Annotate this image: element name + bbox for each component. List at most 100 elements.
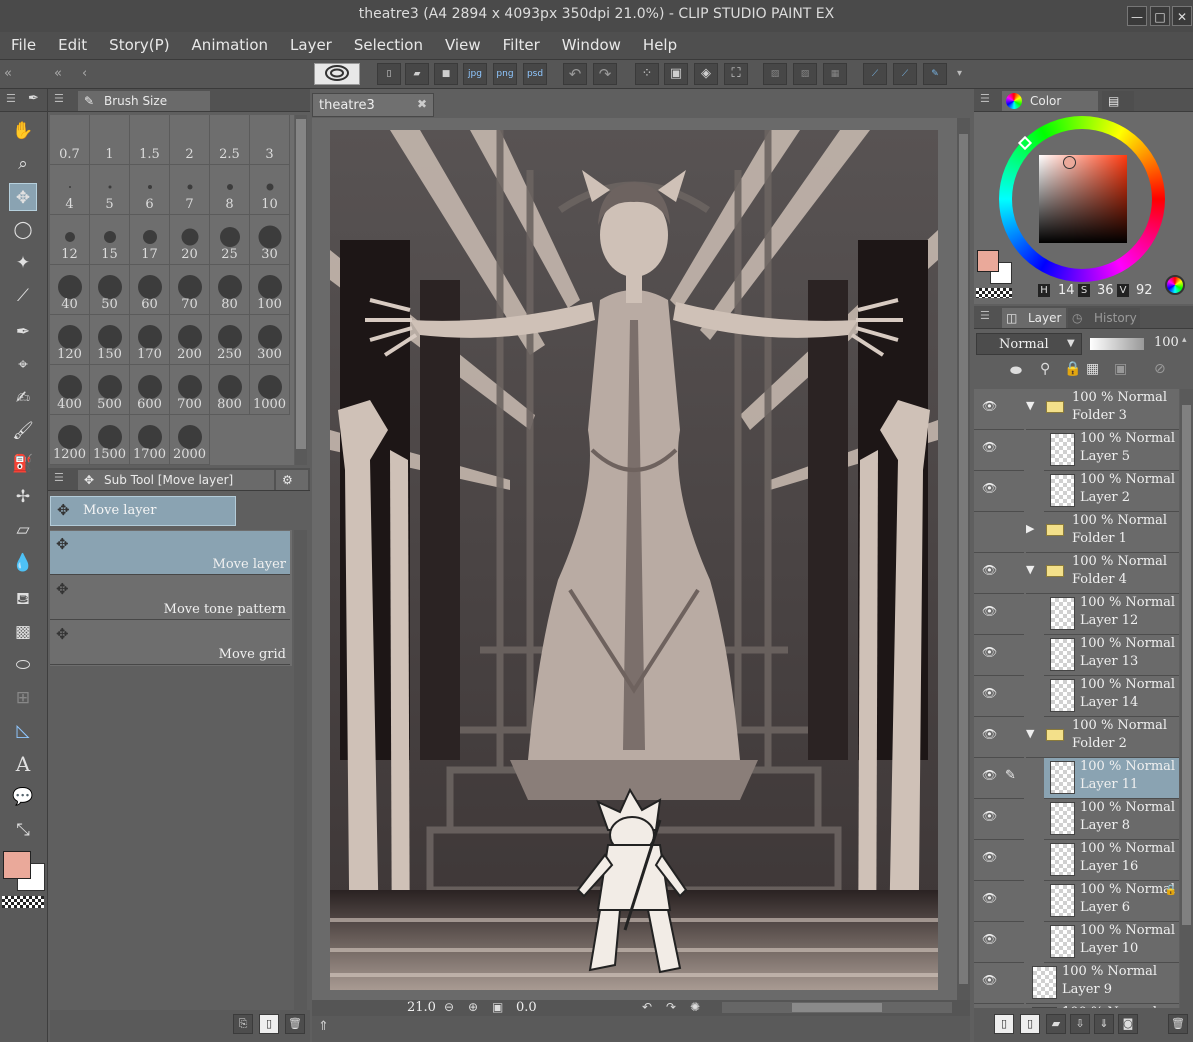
brush-size-cell[interactable]: 2000 — [170, 415, 210, 465]
close-button[interactable]: ✕ — [1172, 6, 1192, 26]
lasso-tool-icon[interactable]: ◯ — [9, 216, 37, 244]
zoom-readout[interactable]: 21.0 — [407, 1000, 436, 1015]
menu-filter[interactable]: Filter — [492, 32, 551, 59]
vertical-scroll-thumb[interactable] — [959, 134, 968, 984]
horizontal-scroll-thumb[interactable] — [792, 1003, 882, 1012]
rotation-readout[interactable]: 0.0 — [516, 1000, 537, 1015]
rotate-right-icon[interactable]: ↷ — [666, 1000, 676, 1014]
brush-size-cell[interactable]: 12 — [50, 215, 90, 265]
main-color-swatch[interactable] — [3, 851, 31, 879]
folder-collapsed-icon[interactable]: ▶ — [1026, 522, 1034, 535]
stabilization-icon[interactable]: ⟋ — [863, 63, 887, 85]
brush-size-scrollbar[interactable] — [295, 115, 307, 465]
brush-size-cell[interactable]: 150 — [90, 315, 130, 365]
tool-property-tab[interactable]: ⚙ — [276, 470, 308, 490]
eye-icon[interactable]: 👁 — [982, 727, 997, 741]
balloon-tool-icon[interactable]: 💬 — [9, 783, 37, 811]
layer-row[interactable]: 100 % Normal Layer 13 — [1044, 635, 1179, 676]
canvas-vertical-scrollbar[interactable] — [957, 118, 970, 1000]
brush-size-cell[interactable]: 600 — [130, 365, 170, 415]
panel-menu-icon[interactable]: ☰ — [54, 471, 64, 484]
ruler-snap-icon[interactable]: ▨ — [763, 63, 787, 85]
brush-size-cell[interactable]: 1 — [90, 115, 130, 165]
brush-size-cell[interactable]: 1200 — [50, 415, 90, 465]
color-picker-handle[interactable] — [1063, 156, 1076, 169]
brush-size-scroll-thumb[interactable] — [296, 119, 306, 449]
merge-down-icon[interactable]: ⇓ — [1094, 1014, 1114, 1034]
menu-file[interactable]: File — [0, 32, 47, 59]
canvas-area[interactable] — [312, 118, 957, 1000]
mask-icon[interactable]: ⊘ — [1154, 361, 1166, 377]
brush-size-cell[interactable]: 17 — [130, 215, 170, 265]
artwork-canvas[interactable] — [330, 130, 938, 990]
layer-folder-row[interactable]: ▶ 100 % Normal Folder 1 — [1026, 512, 1179, 553]
brush-size-cell[interactable]: 1700 — [130, 415, 170, 465]
pressure-icon[interactable]: ⟋ — [893, 63, 917, 85]
magic-wand-tool-icon[interactable]: ✦ — [9, 249, 37, 277]
panel-menu-icon[interactable]: ☰ — [980, 309, 990, 322]
menu-selection[interactable]: Selection — [343, 32, 434, 59]
layer-scroll-thumb[interactable] — [1182, 405, 1191, 925]
close-tab-icon[interactable]: ✖ — [417, 97, 427, 111]
crop-icon[interactable]: ▣ — [664, 63, 688, 85]
redo-icon[interactable]: ↷ — [593, 63, 617, 85]
brush-size-cell[interactable]: 100 — [250, 265, 290, 315]
brush-size-cell[interactable]: 7 — [170, 165, 210, 215]
frame-border-tool-icon[interactable]: ⊞ — [9, 684, 37, 712]
subtool-item-move-tone-pattern[interactable]: ✥ Move tone pattern — [50, 576, 290, 620]
brush-size-cell[interactable]: 25 — [210, 215, 250, 265]
saturation-value[interactable]: 36 — [1097, 283, 1114, 298]
clear-selection-icon[interactable]: ⁘ — [635, 63, 659, 85]
brush-size-cell[interactable]: 5 — [90, 165, 130, 215]
layer-row[interactable]: 100 % Normal Layer 16 — [1044, 840, 1179, 881]
clip-layer-icon[interactable]: ⬬ — [1010, 363, 1022, 379]
layer-tab[interactable]: ◫ Layer — [1002, 308, 1066, 328]
eye-icon[interactable]: 👁 — [982, 645, 997, 659]
brush-size-cell[interactable]: 3 — [250, 115, 290, 165]
blend-mode-select[interactable]: Normal ▼ — [976, 333, 1082, 355]
layer-row[interactable]: 100 % Normal Layer 8 — [1044, 799, 1179, 840]
panel-menu-icon[interactable]: ☰ — [6, 92, 16, 105]
reset-rotation-icon[interactable]: ✺ — [690, 1000, 700, 1014]
eye-icon[interactable]: 👁 — [982, 891, 997, 905]
collapse-left-icon[interactable]: « — [4, 66, 12, 81]
arrow-left-icon[interactable]: ‹ — [82, 66, 87, 81]
brush-size-cell[interactable]: 4 — [50, 165, 90, 215]
brush-size-cell[interactable]: 1.5 — [130, 115, 170, 165]
brush-size-cell[interactable]: 2.5 — [210, 115, 250, 165]
brush-size-cell[interactable]: 30 — [250, 215, 290, 265]
paint-brush-tool-icon[interactable]: 🖌 — [9, 417, 37, 445]
menu-layer[interactable]: Layer — [279, 32, 343, 59]
menu-view[interactable]: View — [434, 32, 492, 59]
brush-size-cell[interactable]: 200 — [170, 315, 210, 365]
opacity-stepper-icon[interactable]: ▴ — [1182, 335, 1187, 345]
brush-size-cell[interactable]: 6 — [130, 165, 170, 215]
brush-size-cell[interactable]: 170 — [130, 315, 170, 365]
panel-menu-icon[interactable]: ☰ — [980, 92, 990, 105]
opacity-value[interactable]: 100 — [1154, 335, 1179, 350]
fit-screen-icon[interactable]: ▣ — [492, 1000, 503, 1014]
figure-tool-icon[interactable]: ⬭ — [9, 651, 37, 679]
color-mode-icon[interactable] — [1165, 275, 1185, 295]
brush-size-cell[interactable]: 500 — [90, 365, 130, 415]
export-psd-icon[interactable]: psd — [523, 63, 547, 85]
fill-icon[interactable]: ◈ — [694, 63, 718, 85]
lock-transparency-icon[interactable]: ▦ — [1086, 361, 1099, 377]
new-folder-icon[interactable]: ▰ — [1046, 1014, 1066, 1034]
brush-size-cell[interactable]: 120 — [50, 315, 90, 365]
layer-row[interactable]: 100 % Normal Layer 14 — [1044, 676, 1179, 717]
layer-color-icon[interactable]: ▣ — [1114, 361, 1127, 377]
brush-size-cell[interactable]: 10 — [250, 165, 290, 215]
grid-snap-icon[interactable]: ▦ — [823, 63, 847, 85]
text-tool-icon[interactable]: A — [9, 750, 37, 778]
fill-tool-icon[interactable]: ⛾ — [9, 585, 37, 613]
eye-icon[interactable]: 👁 — [982, 481, 997, 495]
save-icon[interactable]: ■ — [434, 63, 458, 85]
commandbar-menu-icon[interactable]: ▾ — [957, 68, 962, 79]
transparent-color-swatch[interactable] — [2, 896, 44, 908]
eye-icon[interactable]: 👁 — [982, 686, 997, 700]
saturation-value-square[interactable] — [1039, 155, 1127, 243]
ruler-tool-icon[interactable]: ◺ — [9, 717, 37, 745]
brush-size-cell[interactable]: 40 — [50, 265, 90, 315]
menu-help[interactable]: Help — [632, 32, 688, 59]
